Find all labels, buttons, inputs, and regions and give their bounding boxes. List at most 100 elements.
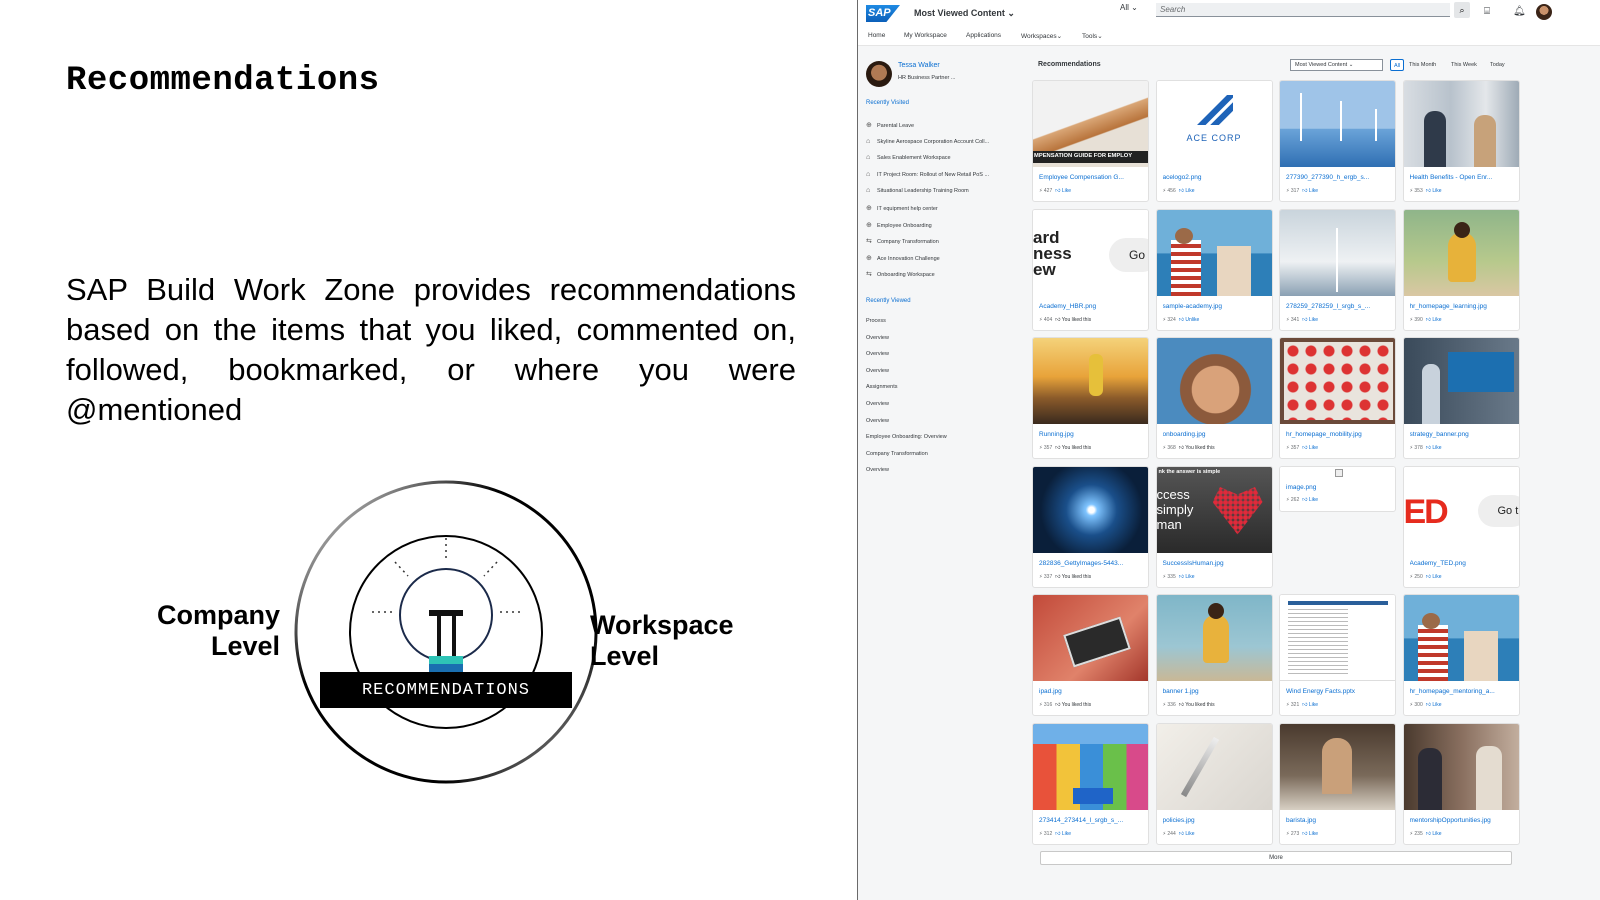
like-button[interactable]: 👍︎ Like [1426,574,1442,580]
like-button[interactable]: 👍︎ You liked this [1055,702,1091,708]
like-button[interactable]: 👍︎ You liked this [1179,702,1215,708]
card-title[interactable]: Academy_HBR.png [1039,303,1145,310]
card-title[interactable]: banner 1.jpg [1163,688,1269,695]
bell-icon[interactable]: 🔔︎ [1513,6,1526,17]
card-title[interactable]: hr_homepage_mentoring_a... [1410,688,1516,695]
like-button[interactable]: 👍︎ Like [1302,702,1318,708]
recently-viewed-item[interactable]: Overview [866,351,1026,357]
like-button[interactable]: 👍︎ Like [1302,497,1318,503]
card-title[interactable]: image.png [1286,484,1392,491]
content-card[interactable]: strategy_banner.png ⚡︎ 378 👍︎ Like [1402,337,1520,459]
content-card[interactable]: ipad.jpg ⚡︎ 316 👍︎ You liked this [1032,594,1149,716]
time-filter-this-week[interactable]: This Week [1448,59,1480,71]
like-button[interactable]: 👍︎ Like [1302,445,1318,451]
recently-viewed-item[interactable]: Overview [866,467,1026,473]
content-card[interactable]: ED Go t Academy_TED.png ⚡︎ 250 👍︎ Like [1402,465,1520,588]
content-card[interactable]: Health Benefits - Open Enr... ⚡︎ 353 👍︎ Li… [1402,80,1520,202]
card-title[interactable]: Wind Energy Facts.pptx [1286,688,1392,695]
content-card[interactable]: ard ness ew Go Academy_HBR.png ⚡︎ 404 👍︎ You l… [1032,208,1149,331]
card-title[interactable]: strategy_banner.png [1410,431,1516,438]
content-card[interactable]: barista.jpg ⚡︎ 273 👍︎ Like [1279,722,1396,845]
recently-visited-item[interactable]: ⊕ Parental Leave [866,121,1026,129]
recently-viewed-item[interactable]: Overview [866,418,1026,424]
card-title[interactable]: ipad.jpg [1039,688,1145,695]
like-button[interactable]: 👍︎ Like [1302,317,1318,323]
like-button[interactable]: 👍︎ You liked this [1055,317,1091,323]
recently-visited-item[interactable]: ⇆ Company Transformation [866,237,1026,245]
card-title[interactable]: Running.jpg [1039,431,1145,438]
user-avatar[interactable] [1536,4,1552,20]
card-title[interactable]: 277390_277390_h_ergb_s... [1286,174,1392,181]
content-card[interactable]: 278259_278259_l_srgb_s_... ⚡︎ 341 👍︎ Like [1279,208,1396,331]
card-title[interactable]: Academy_TED.png [1410,560,1516,567]
card-title[interactable]: 282836_GettyImages-5443... [1039,560,1145,567]
card-title[interactable]: Health Benefits - Open Enr... [1410,174,1516,181]
search-input[interactable]: Search [1156,3,1450,17]
like-button[interactable]: 👍︎ You liked this [1055,445,1091,451]
recently-viewed-item[interactable]: Employee Onboarding: Overview [866,434,1026,440]
like-button[interactable]: 👍︎ Like [1179,188,1195,194]
content-card[interactable]: 282836_GettyImages-5443... ⚡︎ 337 👍︎ You l… [1032,465,1149,588]
app-title-menu[interactable]: Most Viewed Content ⌄ [914,8,1015,19]
like-button[interactable]: 👍︎ Like [1426,317,1442,323]
card-title[interactable]: acelogo2.png [1163,174,1269,181]
recently-visited-item[interactable]: ⊕ Employee Onboarding [866,221,1026,229]
card-title[interactable]: onboarding.jpg [1163,431,1269,438]
like-button[interactable]: 👍︎ Like [1302,831,1318,837]
card-title[interactable]: barista.jpg [1286,817,1392,824]
nav-tools[interactable]: Tools⌄ [1082,32,1103,40]
content-card[interactable]: ACE CORP acelogo2.png ⚡︎ 456 👍︎ Like [1155,80,1273,202]
like-button[interactable]: 👍︎ Like [1179,574,1195,580]
recently-viewed-item[interactable]: Overview [866,401,1026,407]
content-card[interactable]: hr_homepage_mobility.jpg ⚡︎ 357 👍︎ Like [1279,337,1396,459]
content-card[interactable]: image.png ⚡︎ 262 👍︎ Like [1279,465,1396,512]
sort-select[interactable]: Most Viewed Content ⌄ [1290,59,1383,71]
like-button[interactable]: 👍︎ You liked this [1055,574,1091,580]
recently-visited-item[interactable]: ⊕ IT equipment help center [866,204,1026,212]
card-title[interactable]: hr_homepage_mobility.jpg [1286,431,1392,438]
search-scope-select[interactable]: All ⌄ [1120,3,1152,17]
sap-logo[interactable]: SAP [866,5,900,22]
content-card[interactable]: policies.jpg ⚡︎ 244 👍︎ Like [1155,722,1273,845]
like-button[interactable]: 👍︎ Like [1179,831,1195,837]
card-title[interactable]: policies.jpg [1163,817,1269,824]
content-card[interactable]: mentorshipOpportunities.jpg ⚡︎ 235 👍︎ Like [1402,722,1520,845]
like-button[interactable]: 👍︎ You liked this [1179,445,1215,451]
content-card[interactable]: Running.jpg ⚡︎ 357 👍︎ You liked this [1032,337,1149,459]
robot-icon[interactable]: ⌸ [1484,6,1490,17]
like-button[interactable]: 👍︎ Like [1426,702,1442,708]
time-filter-today[interactable]: Today [1487,59,1508,71]
recently-visited-item[interactable]: ⇆ Onboarding Workspace [866,270,1026,278]
profile-name[interactable]: Tessa Walker [898,62,940,69]
content-card[interactable]: hr_homepage_mentoring_a... ⚡︎ 300 👍︎ Like [1402,594,1520,716]
recently-viewed-item[interactable]: Assignments [866,384,1026,390]
recently-visited-item[interactable]: ⌂ IT Project Room: Rollout of New Retail … [866,171,1026,178]
card-title[interactable]: hr_homepage_learning.jpg [1410,303,1516,310]
card-title[interactable]: SuccessIsHuman.jpg [1163,560,1269,567]
card-title[interactable]: mentorshipOpportunities.jpg [1410,817,1516,824]
recently-viewed-item[interactable]: Process [866,318,1026,324]
card-title[interactable]: 278259_278259_l_srgb_s_... [1286,303,1392,310]
nav-applications[interactable]: Applications [966,32,1001,39]
content-card[interactable]: 277390_277390_h_ergb_s... ⚡︎ 317 👍︎ Like [1279,80,1396,202]
recently-viewed-item[interactable]: Overview [866,335,1026,341]
card-title[interactable]: 273414_273414_l_srgb_s_... [1039,817,1145,824]
content-card[interactable]: banner 1.jpg ⚡︎ 336 👍︎ You liked this [1155,594,1273,716]
content-card[interactable]: onboarding.jpg ⚡︎ 368 👍︎ You liked this [1155,337,1273,459]
recently-visited-item[interactable]: ⌂ Sales Enablement Workspace [866,154,1026,161]
like-button[interactable]: 👍︎ Like [1426,445,1442,451]
like-button[interactable]: 👍︎ Like [1426,188,1442,194]
like-button[interactable]: 👍︎ Unlike [1179,317,1200,323]
more-button[interactable]: More [1040,851,1512,865]
nav-my-workspace[interactable]: My Workspace [904,32,947,39]
like-button[interactable]: 👍︎ Like [1055,188,1071,194]
profile-avatar[interactable] [866,61,892,87]
like-button[interactable]: 👍︎ Like [1426,831,1442,837]
content-card[interactable]: nk the answer is simple ccess simply man Suc… [1155,465,1273,588]
recently-visited-item[interactable]: ⊕ Ace Innovation Challenge [866,254,1026,262]
content-card[interactable]: hr_homepage_learning.jpg ⚡︎ 390 👍︎ Like [1402,208,1520,331]
time-filter-all[interactable]: All [1390,59,1405,71]
like-button[interactable]: 👍︎ Like [1302,188,1318,194]
recently-visited-item[interactable]: ⌂ Skyline Aerospace Corporation Account C… [866,138,1026,145]
recently-viewed-item[interactable]: Company Transformation [866,451,1026,457]
